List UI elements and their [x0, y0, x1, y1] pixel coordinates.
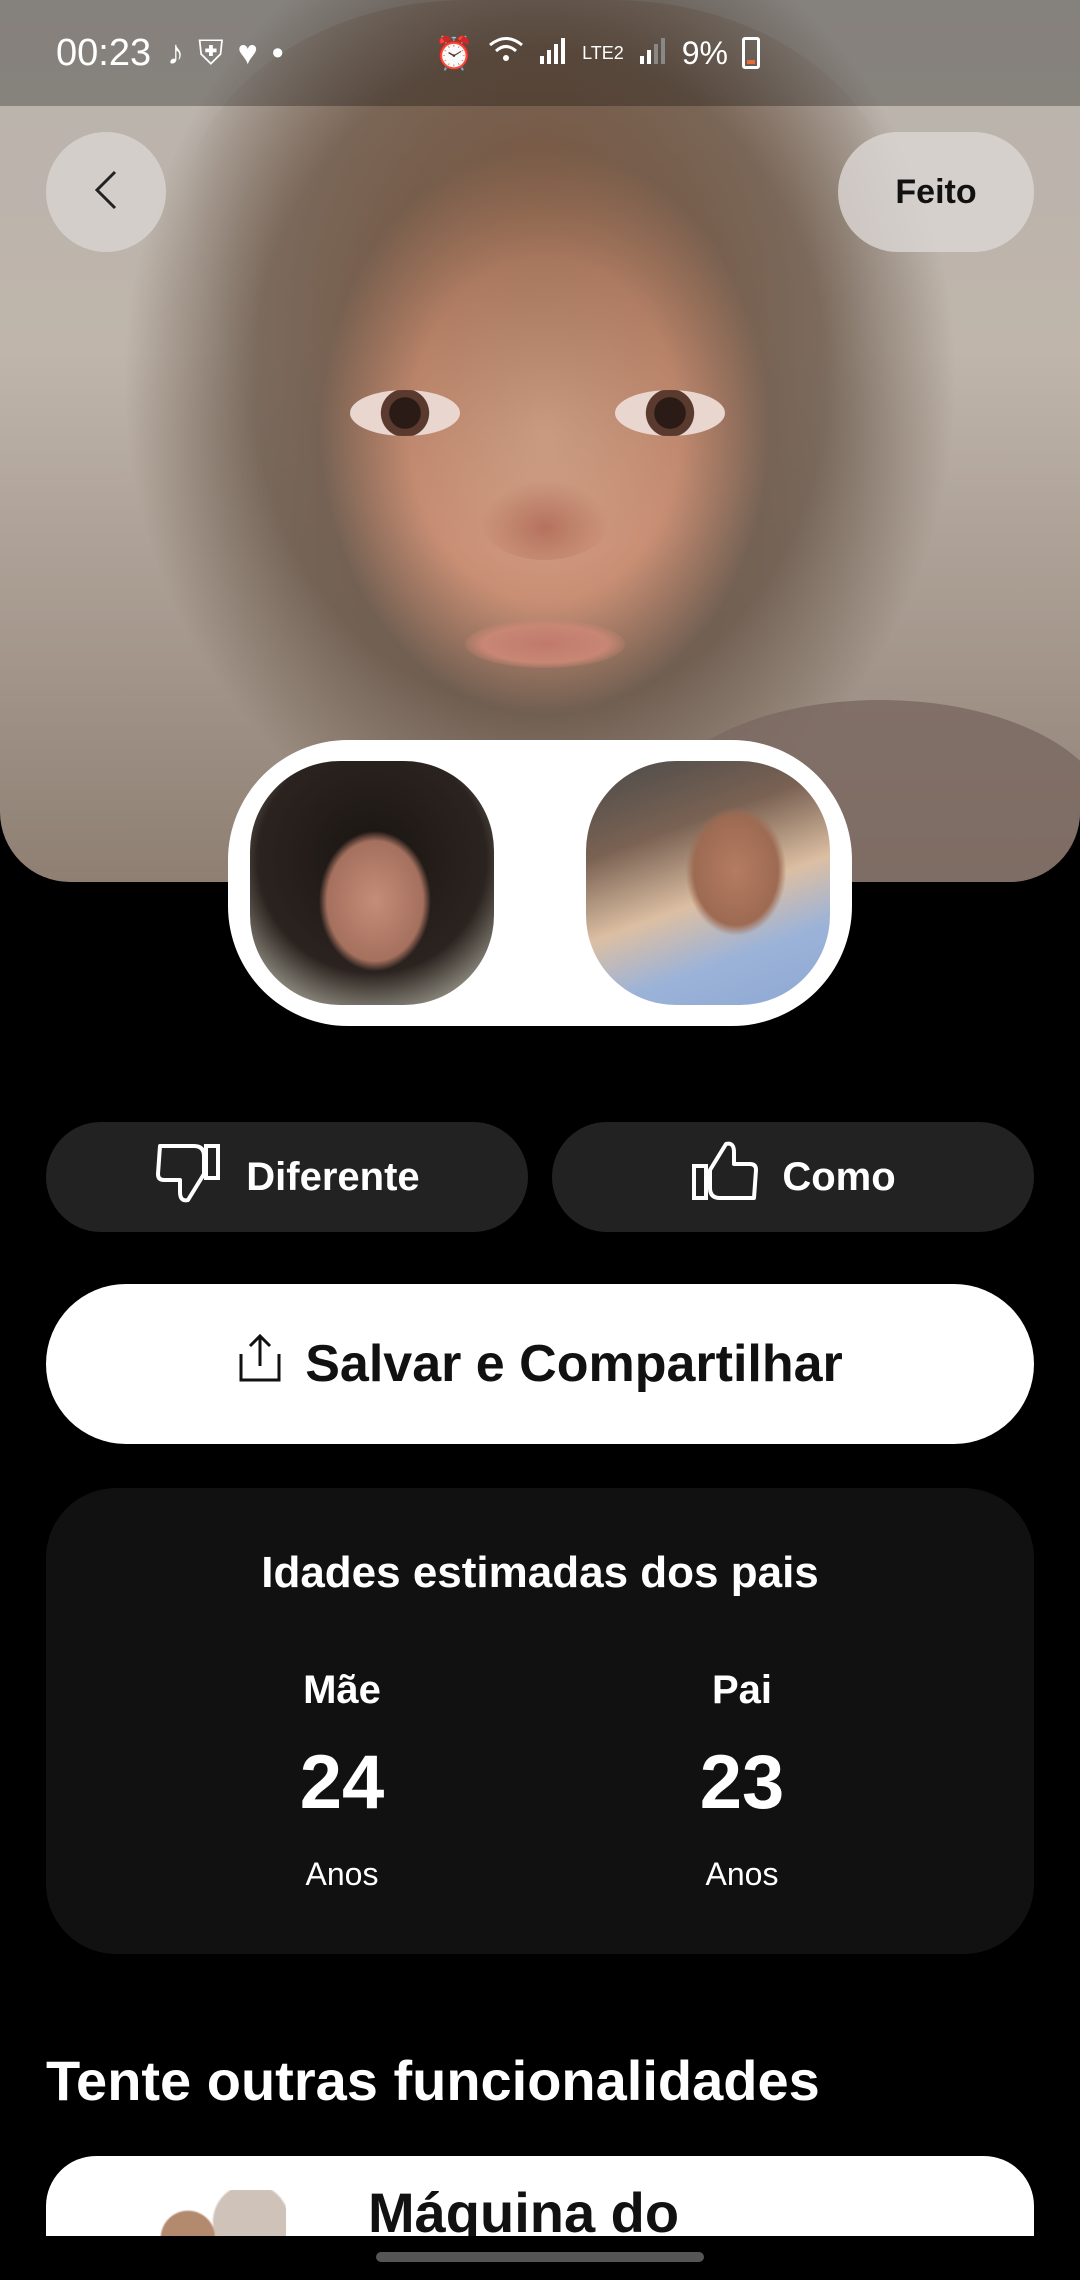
feature-thumbnail — [146, 2190, 286, 2236]
dislike-label: Diferente — [246, 1154, 420, 1199]
father-photo[interactable] — [586, 761, 830, 1005]
mother-label: Mãe — [303, 1668, 381, 1712]
status-time: 00:23 — [56, 31, 152, 74]
notification-icons: ♪ ⛨ ♥ • — [167, 34, 284, 73]
left-eye — [350, 390, 460, 436]
tiktok-icon: ♪ — [167, 33, 185, 72]
mother-age-value: 24 — [299, 1740, 385, 1825]
ages-title: Idades estimadas dos pais — [261, 1548, 819, 1597]
share-icon — [237, 1332, 283, 1397]
wifi-icon — [488, 35, 524, 72]
dot-icon: • — [271, 33, 284, 72]
father-label: Pai — [711, 1668, 773, 1712]
estimated-ages-card: Idades estimadas dos pais Mãe 24 Anos Pa… — [46, 1488, 1034, 1954]
feature-card[interactable]: Máquina do — [46, 2156, 1034, 2236]
shield-icon: ⛨ — [198, 33, 224, 72]
status-bar: 00:23 ♪ ⛨ ♥ • ⏰ LTE2 9% — [0, 0, 1080, 106]
system-icons: ⏰ LTE2 9% — [434, 34, 760, 72]
network-label: LTE2 — [582, 43, 624, 63]
feature-card-title: Máquina do — [368, 2181, 680, 2236]
mother-age: Mãe 24 Anos — [192, 1668, 492, 1893]
like-label: Como — [782, 1154, 896, 1199]
alarm-icon: ⏰ — [434, 35, 475, 71]
dislike-button[interactable]: Diferente — [46, 1122, 528, 1232]
father-age: Pai 23 Anos — [592, 1668, 892, 1893]
battery-icon — [742, 37, 760, 69]
mother-age-unit: Anos — [305, 1856, 379, 1892]
features-section-title: Tente outras funcionalidades — [46, 2049, 820, 2112]
father-age-unit: Anos — [705, 1856, 779, 1892]
like-button[interactable]: Como — [552, 1122, 1034, 1232]
battery-percent: 9% — [681, 34, 728, 71]
save-share-label: Salvar e Compartilhar — [305, 1335, 843, 1393]
chevron-left-icon — [91, 168, 121, 217]
signal-icon — [538, 35, 568, 72]
mother-photo[interactable] — [250, 761, 494, 1005]
thumbs-down-icon — [154, 1138, 224, 1216]
signal-icon-2 — [638, 35, 668, 72]
back-button[interactable] — [46, 132, 166, 252]
home-indicator[interactable] — [376, 2252, 704, 2262]
save-share-button[interactable]: Salvar e Compartilhar — [46, 1284, 1034, 1444]
heart-icon: ♥ — [237, 33, 258, 72]
thumbs-up-icon — [690, 1138, 760, 1216]
done-button[interactable]: Feito — [838, 132, 1034, 252]
right-eye — [615, 390, 725, 436]
nose — [480, 480, 610, 560]
father-age-value: 23 — [699, 1740, 785, 1825]
parents-photos-card — [228, 740, 852, 1026]
mouth — [465, 620, 625, 668]
